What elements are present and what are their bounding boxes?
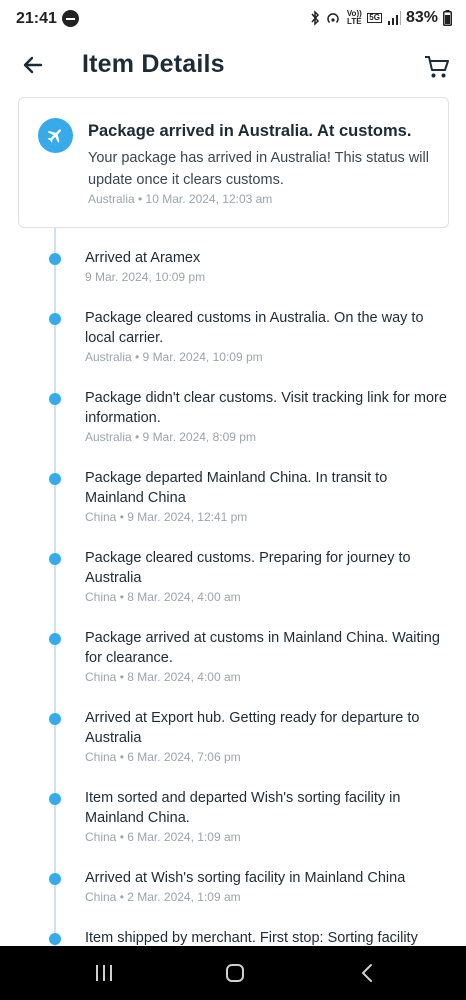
network-type-indicator: 5G xyxy=(367,13,382,23)
event-title: Package arrived at customs in Mainland C… xyxy=(85,630,440,666)
event-meta: 9 Mar. 2024, 10:09 pm xyxy=(85,270,206,284)
recent-apps-icon[interactable] xyxy=(96,965,114,981)
event-meta: China • 8 Mar. 2024, 4:00 am xyxy=(85,590,241,604)
timeline-dot xyxy=(49,553,61,565)
event-title: Item shipped by merchant. First stop: So… xyxy=(85,930,418,946)
current-status-card: Package arrived in Australia. At customs… xyxy=(18,97,449,228)
status-meta: Australia • 10 Mar. 2024, 12:03 am xyxy=(88,192,273,206)
event-title: Arrived at Aramex xyxy=(85,250,201,266)
event-meta: China • 6 Mar. 2024, 1:09 am xyxy=(85,830,241,844)
timeline-dot xyxy=(49,393,61,405)
status-icons: Vo)) LTE 5G 83% xyxy=(310,9,452,27)
timeline-line xyxy=(54,228,56,946)
cart-icon[interactable] xyxy=(424,54,450,80)
timeline-dot xyxy=(49,313,61,325)
hotspot-icon xyxy=(327,13,340,24)
bluetooth-icon xyxy=(311,10,320,26)
system-nav-bar xyxy=(0,946,466,1000)
event-title: Arrived at Export hub. Getting ready for… xyxy=(85,710,420,746)
event-title: Item sorted and departed Wish's sorting … xyxy=(85,790,401,826)
app-header: Item Details xyxy=(0,40,466,92)
status-time: 21:41 xyxy=(16,10,57,27)
timeline-dot xyxy=(49,633,61,645)
event-title: Arrived at Wish's sorting facility in Ma… xyxy=(85,870,406,886)
plane-icon xyxy=(47,129,62,143)
event-meta: Australia • 9 Mar. 2024, 8:09 pm xyxy=(85,430,256,444)
event-meta: China • 8 Mar. 2024, 4:00 am xyxy=(85,670,241,684)
event-meta: China • 2 Mar. 2024, 1:09 am xyxy=(85,890,241,904)
battery-icon xyxy=(443,10,452,26)
event-meta: Australia • 9 Mar. 2024, 10:09 pm xyxy=(85,350,263,364)
timeline-dot xyxy=(49,253,61,265)
page-title: Item Details xyxy=(82,50,225,78)
status-bar: 21:41 Vo)) LTE 5G 83% xyxy=(0,0,466,40)
nav-back-icon[interactable] xyxy=(358,963,378,983)
timeline-dot xyxy=(49,473,61,485)
volte-indicator: Vo)) LTE xyxy=(346,9,362,26)
home-icon[interactable] xyxy=(226,964,244,982)
event-meta: China • 9 Mar. 2024, 12:41 pm xyxy=(85,510,248,524)
event-meta: China • 6 Mar. 2024, 7:06 pm xyxy=(85,750,241,764)
timeline-dot xyxy=(49,793,61,805)
event-title: Package departed Mainland China. In tran… xyxy=(85,470,388,506)
battery-percentage: 83% xyxy=(405,9,438,26)
timeline-dot xyxy=(49,933,61,945)
tracking-timeline: Arrived at Aramex 9 Mar. 2024, 10:09 pm … xyxy=(0,228,466,946)
status-title: Package arrived in Australia. At customs… xyxy=(88,122,412,140)
do-not-disturb-icon xyxy=(62,10,79,27)
back-arrow-icon[interactable] xyxy=(18,50,48,80)
timeline-dot xyxy=(49,713,61,725)
event-title: Package didn't clear customs. Visit trac… xyxy=(85,390,447,426)
signal-icon xyxy=(387,11,401,25)
event-title: Package cleared customs in Australia. On… xyxy=(85,310,424,346)
timeline-dot xyxy=(49,873,61,885)
plane-badge xyxy=(38,118,73,153)
event-title: Package cleared customs. Preparing for j… xyxy=(85,550,411,586)
status-description: Your package has arrived in Australia! T… xyxy=(88,150,429,188)
